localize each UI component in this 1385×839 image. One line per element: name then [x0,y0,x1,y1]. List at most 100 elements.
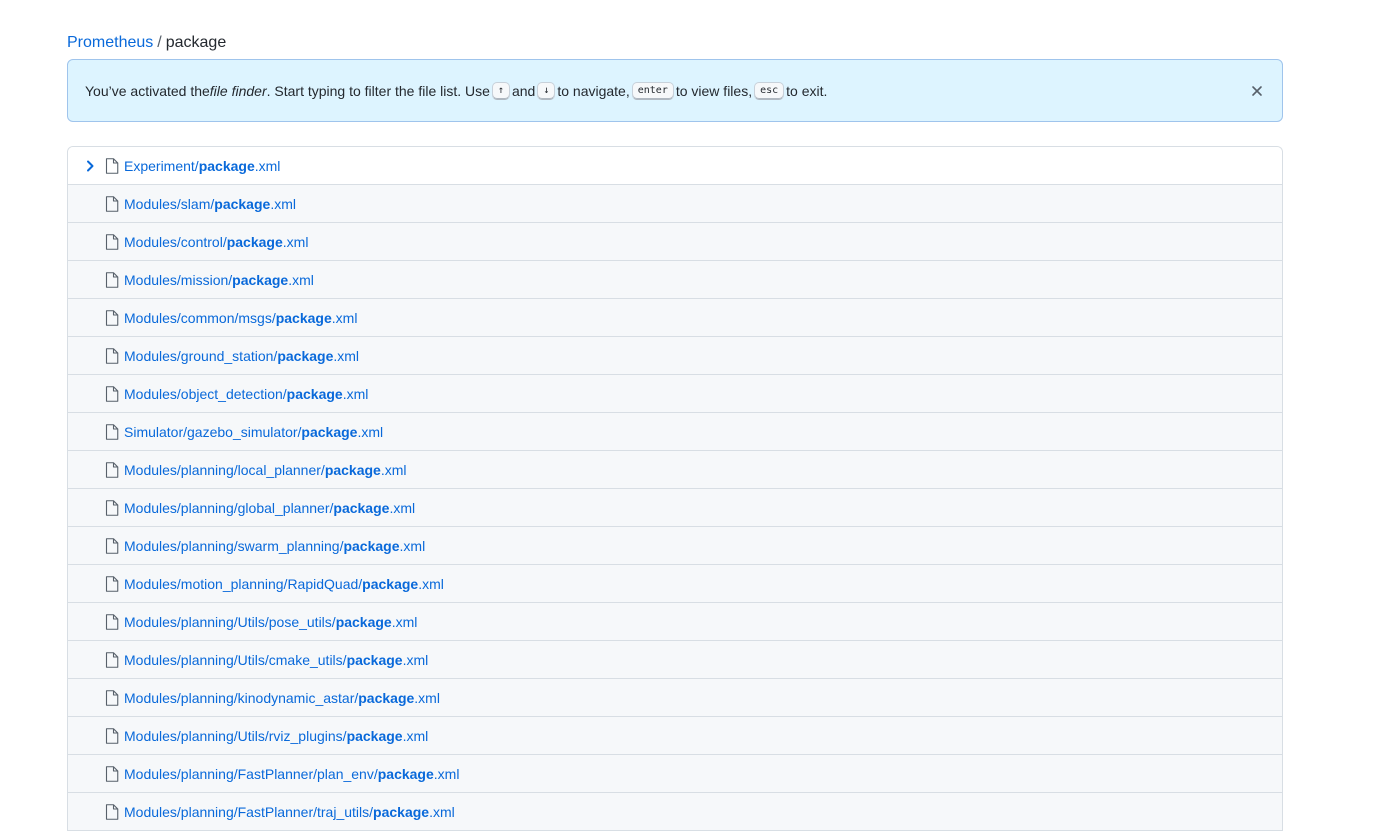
breadcrumb-separator: / [157,34,162,51]
file-path-suffix: .xml [333,348,360,364]
flash-text-4: to view files, [675,82,753,99]
file-list-item[interactable]: Modules/planning/Utils/rviz_plugins/pack… [68,717,1282,755]
file-path-match: package [232,272,289,288]
close-icon[interactable] [1249,83,1265,99]
file-path-prefix: Modules/motion_planning/RapidQuad/ [124,576,363,592]
file-path-prefix: Experiment/ [124,158,199,174]
file-path-suffix: .xml [288,272,314,288]
file-path-prefix: Modules/planning/local_planner/ [124,462,325,478]
file-path-link[interactable]: Modules/planning/Utils/pose_utils/packag… [124,613,417,631]
file-path-suffix: .xml [391,614,418,630]
file-path-prefix: Modules/planning/kinodynamic_astar/ [124,690,359,706]
repo-link[interactable]: Prometheus [67,34,153,51]
flash-text-3: to navigate, [557,82,630,99]
file-path-link[interactable]: Modules/planning/swarm_planning/package.… [124,537,425,555]
file-icon [105,690,119,706]
file-finder-query[interactable]: package [166,34,227,51]
file-path-match: package [343,538,400,554]
file-path-suffix: .xml [399,538,426,554]
file-icon [105,310,119,326]
file-path-link[interactable]: Experiment/package.xml [124,157,280,175]
file-path-prefix: Modules/object_detection/ [124,386,287,402]
file-finder-page: Prometheus / package You’ve activated the … [67,32,1283,831]
file-path-link[interactable]: Modules/slam/package.xml [124,195,296,213]
file-path-match: package [346,728,403,744]
file-path-prefix: Modules/ground_station/ [124,348,278,364]
file-path-link[interactable]: Modules/planning/kinodynamic_astar/packa… [124,689,440,707]
file-list-item[interactable]: Modules/planning/FastPlanner/traj_utils/… [68,793,1282,831]
file-path-match: package [286,386,343,402]
file-path-match: package [362,576,419,592]
file-path-link[interactable]: Simulator/gazebo_simulator/package.xml [124,423,383,441]
file-list-item[interactable]: Modules/planning/Utils/cmake_utils/packa… [68,641,1282,679]
file-path-prefix: Modules/planning/FastPlanner/traj_utils/ [124,804,374,820]
file-path-prefix: Modules/planning/global_planner/ [124,500,334,516]
file-list-item[interactable]: Modules/planning/global_planner/package.… [68,489,1282,527]
file-path-prefix: Modules/control/ [124,234,227,250]
file-path-link[interactable]: Modules/mission/package.xml [124,271,314,289]
file-path-prefix: Modules/planning/FastPlanner/plan_env/ [124,766,378,782]
file-path-suffix: .xml [402,728,429,744]
file-path-link[interactable]: Modules/motion_planning/RapidQuad/packag… [124,575,444,593]
file-list-item[interactable]: Modules/planning/local_planner/package.x… [68,451,1282,489]
file-list-item[interactable]: Modules/motion_planning/RapidQuad/packag… [68,565,1282,603]
file-path-link[interactable]: Modules/ground_station/package.xml [124,347,359,365]
file-path-suffix: .xml [270,196,296,212]
file-list-item[interactable]: Modules/object_detection/package.xml [68,375,1282,413]
file-icon [105,462,119,478]
flash-text-2: . Start typing to filter the file list. … [266,82,490,99]
file-path-suffix: .xml [433,766,460,782]
file-path-link[interactable]: Modules/object_detection/package.xml [124,385,368,403]
file-path-match: package [275,310,332,326]
chevron-right-icon [82,158,98,174]
file-path-link[interactable]: Modules/planning/Utils/rviz_plugins/pack… [124,727,428,745]
file-path-link[interactable]: Modules/planning/FastPlanner/traj_utils/… [124,803,455,821]
file-list-item[interactable]: Modules/mission/package.xml [68,261,1282,299]
file-path-prefix: Modules/planning/swarm_planning/ [124,538,344,554]
file-path-match: package [333,500,390,516]
file-icon [105,500,119,516]
flash-text-1: You’ve activated the [85,82,210,99]
file-icon [105,158,119,174]
file-icon [105,196,119,212]
file-list-item[interactable]: Modules/planning/FastPlanner/plan_env/pa… [68,755,1282,793]
file-list-item[interactable]: Modules/slam/package.xml [68,185,1282,223]
file-path-suffix: .xml [414,690,440,706]
file-path-match: package [301,424,358,440]
file-icon [105,234,119,250]
file-list-item[interactable]: Modules/ground_station/package.xml [68,337,1282,375]
file-list-item[interactable]: Modules/common/msgs/package.xml [68,299,1282,337]
file-list-item[interactable]: Modules/planning/swarm_planning/package.… [68,527,1282,565]
file-path-prefix: Simulator/gazebo_simulator/ [124,424,302,440]
file-icon [105,614,119,630]
file-list-item[interactable]: Modules/planning/Utils/pose_utils/packag… [68,603,1282,641]
file-path-link[interactable]: Modules/control/package.xml [124,233,308,251]
file-list-item[interactable]: Simulator/gazebo_simulator/package.xml [68,413,1282,451]
file-path-prefix: Modules/common/msgs/ [124,310,276,326]
file-icon [105,804,119,820]
file-icon [105,766,119,782]
file-path-link[interactable]: Modules/planning/global_planner/package.… [124,499,415,517]
file-list-item[interactable]: Modules/planning/kinodynamic_astar/packa… [68,679,1282,717]
file-path-suffix: .xml [282,234,309,250]
file-path-suffix: .xml [380,462,407,478]
file-path-match: package [346,652,403,668]
key-up: ↑ [491,81,510,100]
file-path-prefix: Modules/planning/Utils/rviz_plugins/ [124,728,347,744]
flash-text-and: and [511,82,536,99]
file-path-match: package [277,348,334,364]
file-path-link[interactable]: Modules/planning/FastPlanner/plan_env/pa… [124,765,459,783]
file-path-link[interactable]: Modules/planning/local_planner/package.x… [124,461,407,479]
file-path-suffix: .xml [402,652,429,668]
file-path-match: package [198,158,255,174]
file-path-prefix: Modules/mission/ [124,272,233,288]
file-path-match: package [358,690,415,706]
file-icon [105,386,119,402]
file-icon [105,652,119,668]
breadcrumb: Prometheus / package [67,32,1283,56]
file-path-link[interactable]: Modules/common/msgs/package.xml [124,309,357,327]
file-path-link[interactable]: Modules/planning/Utils/cmake_utils/packa… [124,651,428,669]
file-list-item[interactable]: Modules/control/package.xml [68,223,1282,261]
file-list-item[interactable]: Experiment/package.xml [68,147,1282,185]
key-down: ↓ [537,81,556,100]
